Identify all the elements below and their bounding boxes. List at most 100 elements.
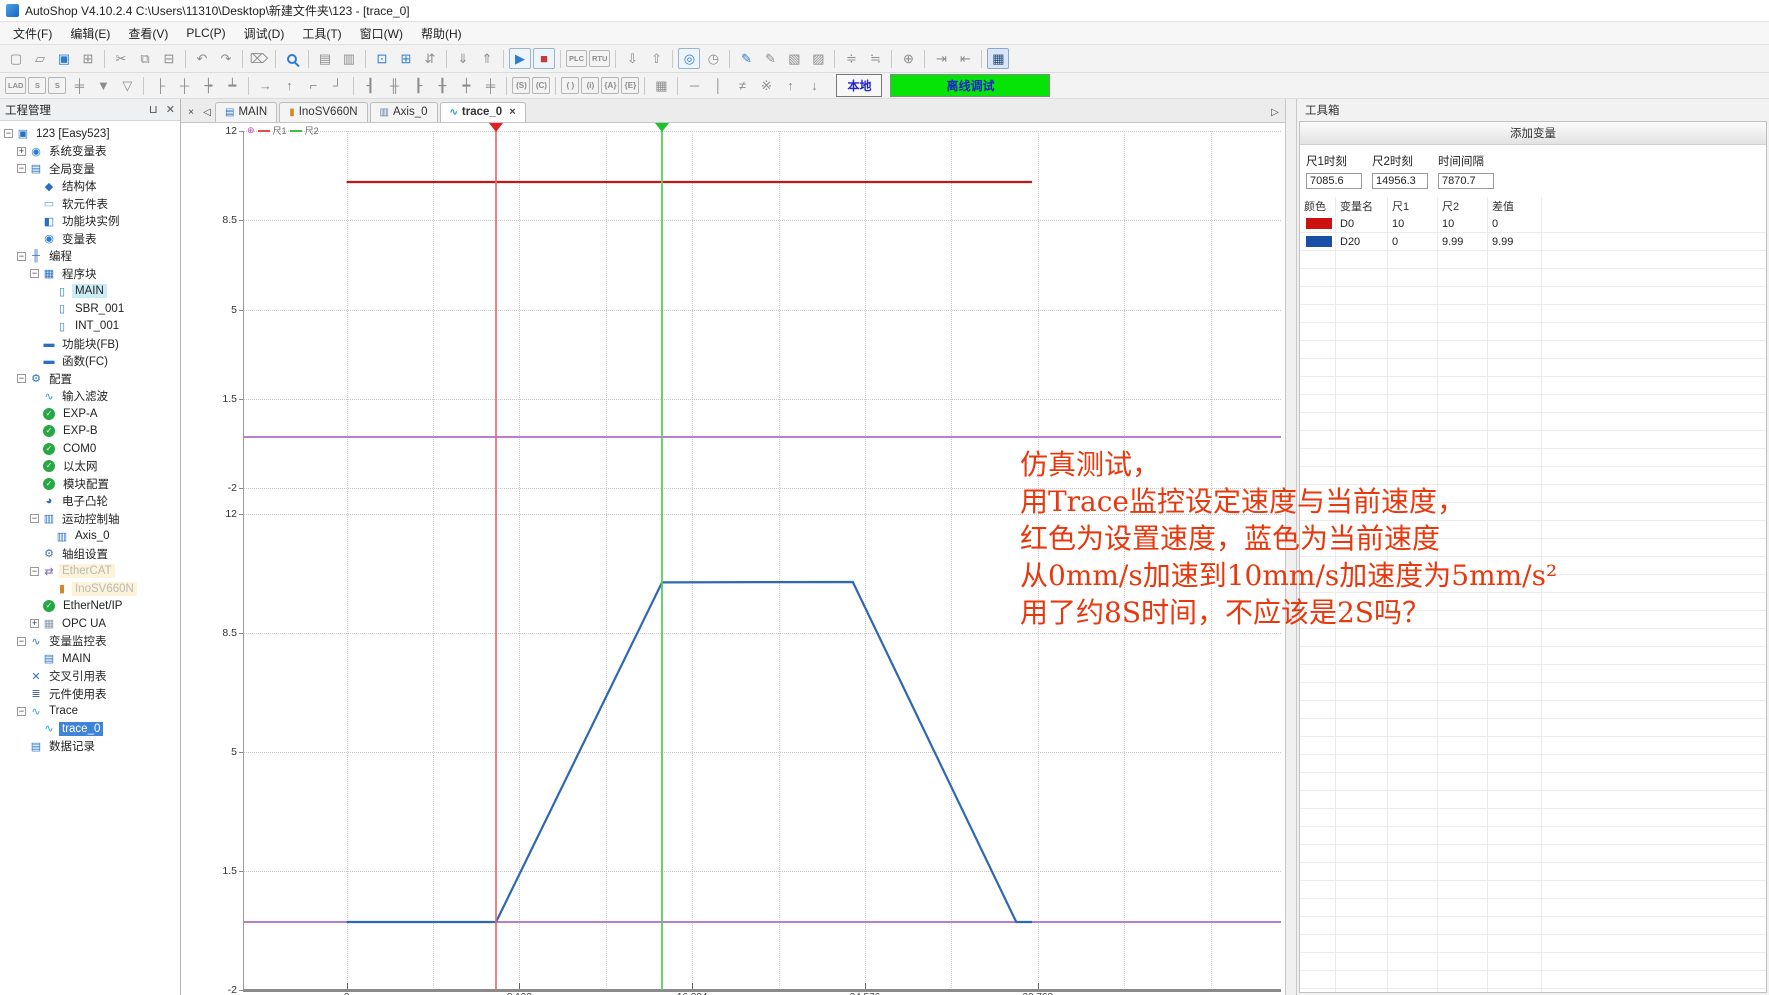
variable-row[interactable]: D010100 <box>1300 215 1766 233</box>
tree-item[interactable]: ✓EXP-B <box>0 423 180 441</box>
save-all-button[interactable]: ⊞ <box>77 48 99 69</box>
bus-bar-button[interactable]: ╪ <box>68 75 90 96</box>
contact-falling-button[interactable]: ╪ <box>479 75 501 96</box>
clock-probe-button[interactable]: ◷ <box>702 48 724 69</box>
contact-positive-button[interactable]: ┠ <box>407 75 429 96</box>
tree-item[interactable]: ≣元件使用表 <box>0 685 180 703</box>
cursor1-marker-icon[interactable] <box>489 123 503 132</box>
contact-negative-button[interactable]: ╂ <box>431 75 453 96</box>
application-instruction-button[interactable]: {A} <box>601 77 619 94</box>
tree-item[interactable]: ✓EtherNet/IP <box>0 598 180 616</box>
tree-item[interactable]: ▭软元件表 <box>0 195 180 213</box>
contact-open-button[interactable]: ┨ <box>359 75 381 96</box>
stop-button[interactable]: ■ <box>533 48 555 69</box>
tree-expander-icon[interactable]: − <box>17 164 26 173</box>
monitor-button[interactable]: ◎ <box>678 48 700 69</box>
tree-item[interactable]: +◉系统变量表 <box>0 143 180 161</box>
tree-item[interactable]: +▦OPC UA <box>0 615 180 633</box>
star-mark-button[interactable]: ※ <box>755 75 777 96</box>
redo-button[interactable]: ↷ <box>215 48 237 69</box>
cursor2-time-field[interactable]: 14956.3 <box>1372 173 1428 189</box>
tree-item[interactable]: ⚙轴组设置 <box>0 545 180 563</box>
instruction-block-button[interactable]: ▦ <box>650 75 672 96</box>
tree-item[interactable]: ◧功能块实例 <box>0 213 180 231</box>
tree-item[interactable]: ✓模块配置 <box>0 475 180 493</box>
not-equal-button[interactable]: ≠ <box>731 75 753 96</box>
tree-expander-icon[interactable]: − <box>30 567 39 576</box>
copy-button[interactable]: ⧉ <box>134 48 156 69</box>
menu-tools[interactable]: 工具(T) <box>293 22 350 45</box>
inverse-coil-button[interactable]: (i) <box>581 77 599 94</box>
variable-row[interactable]: D2009.999.99 <box>1300 233 1766 251</box>
tree-item[interactable]: ▬功能块(FB) <box>0 335 180 353</box>
menu-window[interactable]: 窗口(W) <box>351 22 412 45</box>
pin-icon[interactable]: ⊐ <box>147 105 160 114</box>
wire-corner-top-button[interactable]: ⌐ <box>302 75 324 96</box>
branch-cross-button[interactable]: ┼ <box>173 75 195 96</box>
compile-all-button[interactable]: ▨ <box>807 48 829 69</box>
menu-plc[interactable]: PLC(P) <box>177 23 234 43</box>
wire-up-button[interactable]: ↑ <box>278 75 300 96</box>
tree-expander-icon[interactable]: + <box>17 147 26 156</box>
menu-help[interactable]: 帮助(H) <box>412 22 471 45</box>
tree-item[interactable]: ▤MAIN <box>0 650 180 668</box>
step-into-button[interactable]: ⇥ <box>930 48 952 69</box>
tree-item[interactable]: −∿Trace <box>0 703 180 721</box>
tree-item[interactable]: −▥运动控制轴 <box>0 510 180 528</box>
contact-rising-button[interactable]: ┿ <box>455 75 477 96</box>
tab-inosv660n[interactable]: ▮InoSV660N <box>279 102 367 122</box>
branch-up-button[interactable]: ┾ <box>197 75 219 96</box>
add-variable-button[interactable]: 添加变量 <box>1300 122 1766 145</box>
cursor2-line[interactable] <box>661 131 663 990</box>
rail-button[interactable]: ┷ <box>221 75 243 96</box>
menu-file[interactable]: 文件(F) <box>4 22 61 45</box>
tree-item[interactable]: −⇄EtherCAT <box>0 563 180 581</box>
compile-button[interactable]: ▧ <box>783 48 805 69</box>
cut-button[interactable]: ✂ <box>110 48 132 69</box>
time-interval-field[interactable]: 7870.7 <box>1438 173 1494 189</box>
plc-lad-button[interactable]: PLC <box>566 50 587 67</box>
arrow-down-button[interactable]: ↓ <box>803 75 825 96</box>
align-top-button[interactable]: ≑ <box>840 48 862 69</box>
end-instruction-button[interactable]: {E} <box>621 77 639 94</box>
paste-window-button[interactable]: ⊞ <box>395 48 417 69</box>
coil-solid-button[interactable]: ▼ <box>92 75 114 96</box>
tab-trace-0[interactable]: ∿trace_0× <box>440 102 526 122</box>
tree-item[interactable]: ✕交叉引用表 <box>0 668 180 686</box>
monitor-table-button[interactable]: ▦ <box>987 48 1009 69</box>
arrow-up-button[interactable]: ↑ <box>779 75 801 96</box>
cursor2-marker-icon[interactable] <box>655 123 669 132</box>
branch-down-button[interactable]: ├ <box>149 75 171 96</box>
tree-item[interactable]: −▤全局变量 <box>0 160 180 178</box>
tree-item[interactable]: ▮InoSV660N <box>0 580 180 598</box>
download-to-plc-button[interactable]: ⇩ <box>621 48 643 69</box>
write-variable-button[interactable]: ✎ <box>735 48 757 69</box>
delete-button[interactable]: ⌦ <box>248 48 270 69</box>
paste-button[interactable]: ⊟ <box>158 48 180 69</box>
tree-item[interactable]: ✓以太网 <box>0 458 180 476</box>
tree-item[interactable]: ✓COM0 <box>0 440 180 458</box>
tree-item[interactable]: ✓EXP-A <box>0 405 180 423</box>
new-file-button[interactable]: ▢ <box>5 48 27 69</box>
tree-item[interactable]: ▤数据记录 <box>0 738 180 756</box>
wire-right-button[interactable]: → <box>254 75 276 96</box>
tab-axis-0[interactable]: ▥Axis_0 <box>370 102 438 122</box>
tree-item[interactable]: ∿trace_0 <box>0 720 180 738</box>
tree-item[interactable]: ▥Axis_0 <box>0 528 180 546</box>
tree-expander-icon[interactable]: − <box>17 707 26 716</box>
open-project-button[interactable]: ▱ <box>29 48 51 69</box>
tree-item[interactable]: −∿变量监控表 <box>0 633 180 651</box>
plc-rtu-button[interactable]: RTU <box>589 50 610 67</box>
tree-expander-icon[interactable]: − <box>17 252 26 261</box>
tree-item[interactable]: ▬函数(FC) <box>0 353 180 371</box>
tree-expander-icon[interactable]: − <box>4 129 13 138</box>
h-line-button[interactable]: ─ <box>683 75 705 96</box>
copy-window-button[interactable]: ⊡ <box>371 48 393 69</box>
print-preview-button[interactable]: ▤ <box>314 48 336 69</box>
upload-from-plc-button[interactable]: ⇧ <box>645 48 667 69</box>
output-coil-button[interactable]: ( ) <box>561 77 579 94</box>
tree-item[interactable]: −⚙配置 <box>0 370 180 388</box>
tree-expander-icon[interactable]: + <box>30 619 39 628</box>
step-out-button[interactable]: ⇤ <box>954 48 976 69</box>
station-config-button[interactable]: ⊕ <box>897 48 919 69</box>
